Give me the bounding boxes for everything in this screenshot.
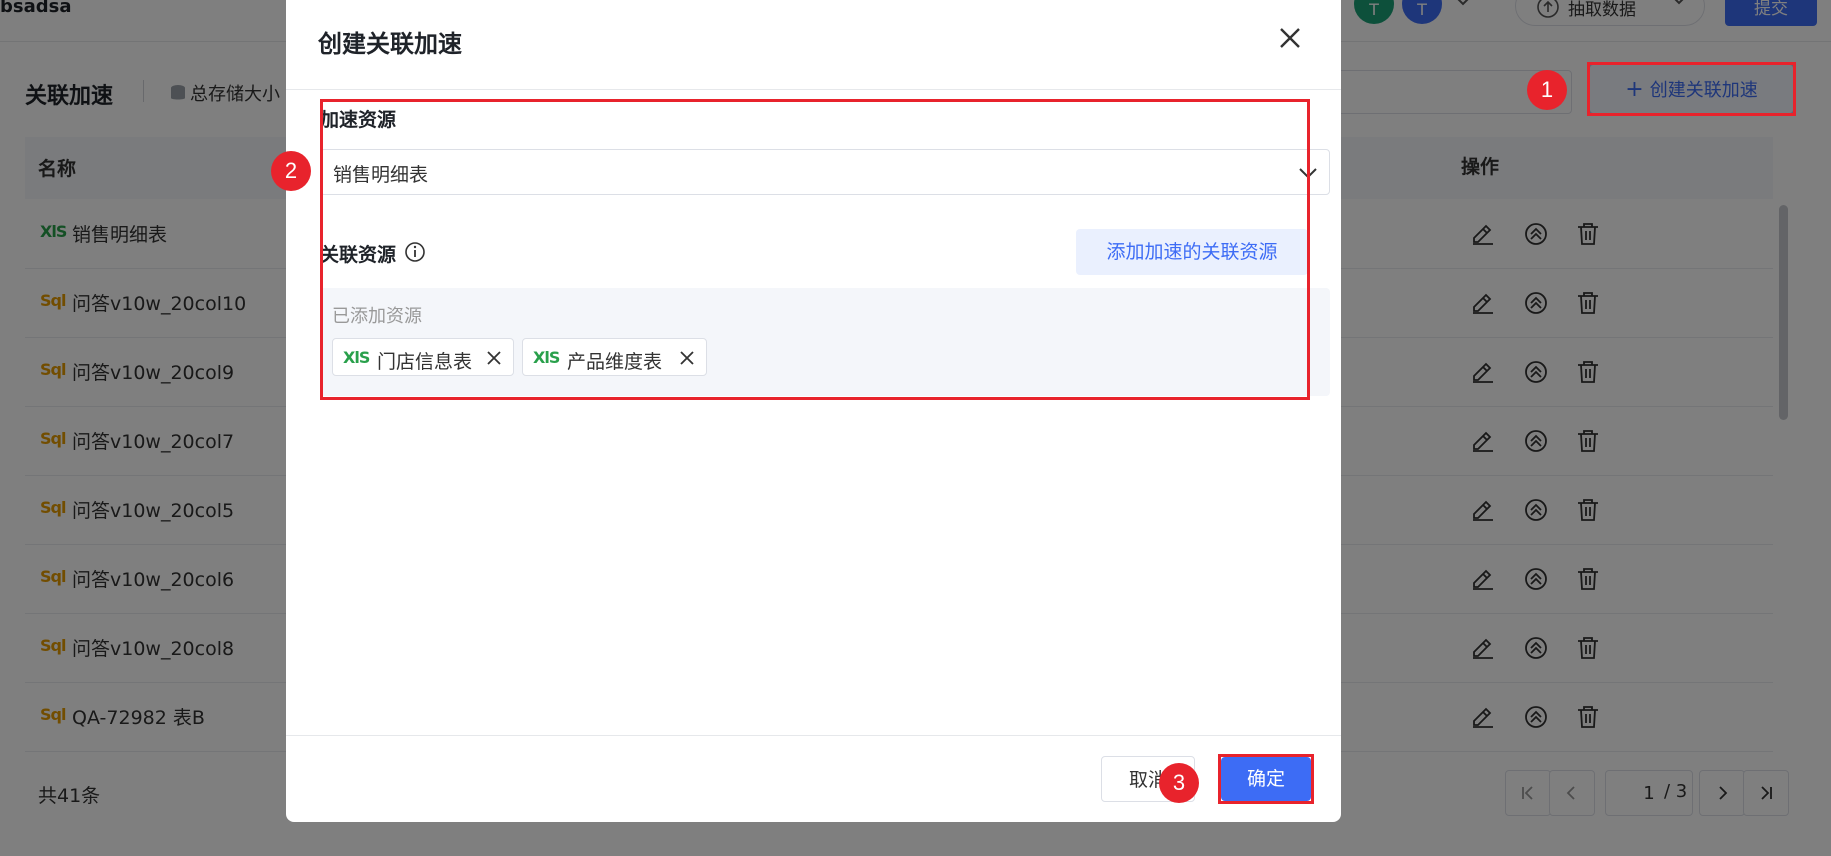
annotation-highlight-create — [1587, 62, 1796, 116]
annotation-highlight-form — [320, 99, 1310, 400]
annotation-step-2: 2 — [271, 151, 311, 191]
close-icon[interactable] — [1272, 20, 1308, 56]
annotation-step-1: 1 — [1527, 70, 1567, 110]
annotation-highlight-confirm — [1218, 754, 1314, 804]
create-acceleration-dialog: 创建关联加速 加速资源 销售明细表 关联资源 添加加速的关联资源 已添加资源 X… — [271, 0, 1341, 822]
divider — [286, 89, 1341, 90]
divider — [286, 735, 1341, 736]
dialog-title: 创建关联加速 — [318, 30, 462, 58]
annotation-step-3: 3 — [1159, 763, 1199, 803]
